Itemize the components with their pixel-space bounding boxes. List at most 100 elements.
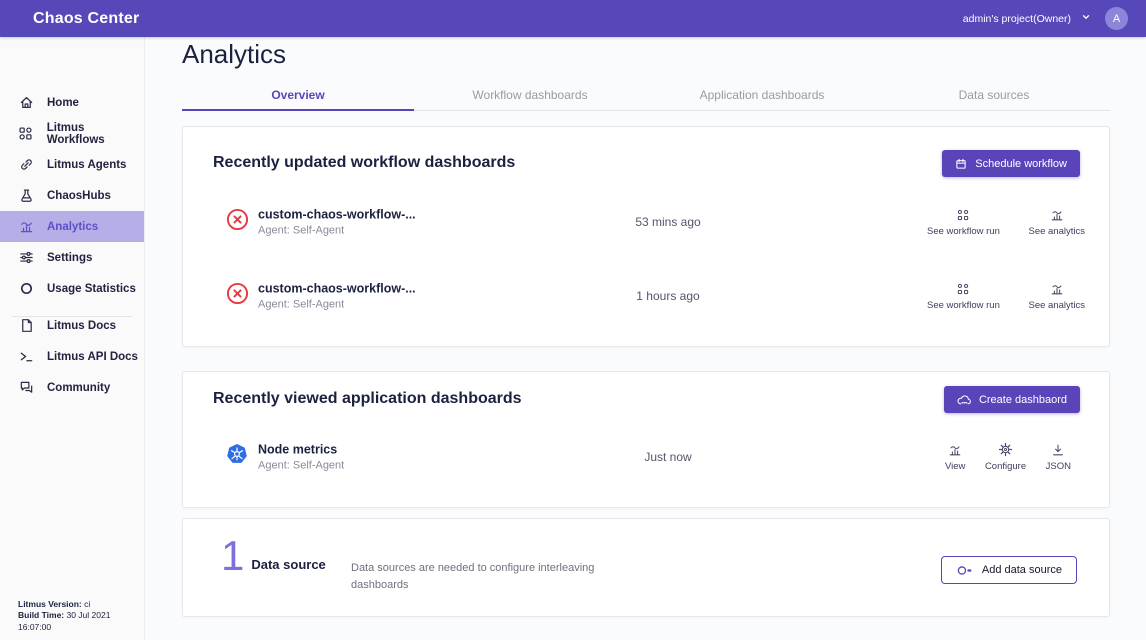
sidebar-item-settings[interactable]: Settings xyxy=(0,242,144,273)
workflow-agent: Agent: Self-Agent xyxy=(258,299,416,311)
kubernetes-icon xyxy=(225,443,249,472)
terminal-icon xyxy=(18,349,34,365)
see-analytics-action[interactable]: See analytics xyxy=(1028,207,1085,237)
chaos-center-app: Chaos Center admin's project(Owner) A Ho… xyxy=(0,0,1146,640)
dashboard-icon xyxy=(957,394,971,406)
project-selector-label: admin's project(Owner) xyxy=(963,13,1071,25)
add-data-source-button[interactable]: Add data source xyxy=(941,556,1077,584)
dashboard-agent: Agent: Self-Agent xyxy=(258,460,344,472)
settings-icon xyxy=(18,250,34,266)
sidebar-item-label: Analytics xyxy=(47,221,98,233)
application-dashboards-card: Recently viewed application dashboards C… xyxy=(182,371,1110,508)
sidebar-item-label: Litmus Docs xyxy=(47,320,116,332)
workflow-agent: Agent: Self-Agent xyxy=(258,225,416,237)
sidebar-item-litmus-api-docs[interactable]: Litmus API Docs xyxy=(0,341,144,372)
docs-icon xyxy=(18,318,34,334)
sidebar-item-community[interactable]: Community xyxy=(0,372,144,403)
dashboard-info: Node metrics Agent: Self-Agent xyxy=(258,443,344,472)
datasource-icon xyxy=(956,564,973,577)
workflow-row-actions: See workflow run See analytics xyxy=(927,207,1085,237)
tab-workflow-dashboards[interactable]: Workflow dashboards xyxy=(414,80,646,110)
view-action[interactable]: View xyxy=(945,442,965,472)
workflow-info: custom-chaos-workflow-... Agent: Self-Ag… xyxy=(258,282,416,311)
sidebar-item-litmus-docs[interactable]: Litmus Docs xyxy=(0,310,144,341)
build-time: Build Time: 30 Jul 2021 16:07:00 xyxy=(18,610,144,633)
page-title: Analytics xyxy=(182,39,286,70)
card-title: Recently viewed application dashboards xyxy=(213,390,522,408)
configure-action[interactable]: Configure xyxy=(985,442,1026,472)
agents-icon xyxy=(18,157,34,173)
failed-icon xyxy=(226,208,249,236)
workflow-dashboards-card: Recently updated workflow dashboards Sch… xyxy=(182,126,1110,347)
sidebar-item-label: Usage Statistics xyxy=(47,283,136,295)
dashboard-row-actions: View Configure JSON xyxy=(945,442,1071,472)
chart-icon xyxy=(1050,281,1064,296)
workflow-row-actions: See workflow run See analytics xyxy=(927,281,1085,311)
tab-bar: Overview Workflow dashboards Application… xyxy=(182,80,1110,111)
sidebar-item-label: ChaosHubs xyxy=(47,190,111,202)
data-source-count-block: 1 Data source xyxy=(221,536,326,576)
workflows-icon xyxy=(18,126,34,142)
sidebar-secondary-nav: Litmus Docs Litmus API Docs Community xyxy=(0,310,144,403)
chevron-down-icon xyxy=(1081,12,1091,25)
sidebar-item-litmus-agents[interactable]: Litmus Agents xyxy=(0,149,144,180)
sidebar-item-chaoshubs[interactable]: ChaosHubs xyxy=(0,180,144,211)
litmus-version: Litmus Version: ci xyxy=(18,599,144,610)
avatar[interactable]: A xyxy=(1105,7,1128,30)
sidebar: Home Litmus Workflows Litmus Agents Chao… xyxy=(0,37,145,640)
sidebar-item-label: Litmus Agents xyxy=(47,159,126,171)
data-source-card: 1 Data source Data sources are needed to… xyxy=(182,518,1110,617)
top-header: Chaos Center admin's project(Owner) A xyxy=(0,0,1146,37)
data-source-count: 1 xyxy=(221,536,244,576)
workflow-timestamp: 1 hours ago xyxy=(583,289,753,303)
gear-icon xyxy=(998,442,1013,457)
chart-icon xyxy=(1050,207,1064,222)
tab-data-sources[interactable]: Data sources xyxy=(878,80,1110,110)
tab-overview[interactable]: Overview xyxy=(182,80,414,110)
sidebar-item-home[interactable]: Home xyxy=(0,87,144,118)
json-download-action[interactable]: JSON xyxy=(1046,442,1071,472)
calendar-icon xyxy=(955,158,967,170)
community-icon xyxy=(18,380,34,396)
create-dashboard-button[interactable]: Create dashbaord xyxy=(944,386,1080,413)
workflow-row[interactable]: custom-chaos-workflow-... Agent: Self-Ag… xyxy=(183,271,1109,321)
sidebar-item-label: Community xyxy=(47,382,110,394)
see-workflow-run-action[interactable]: See workflow run xyxy=(927,207,1000,237)
sidebar-item-label: Litmus Workflows xyxy=(47,122,144,146)
workflow-row[interactable]: custom-chaos-workflow-... Agent: Self-Ag… xyxy=(183,197,1109,247)
workflow-timestamp: 53 mins ago xyxy=(583,215,753,229)
failed-icon xyxy=(226,282,249,310)
download-icon xyxy=(1051,442,1065,457)
dashboard-row[interactable]: Node metrics Agent: Self-Agent Just now … xyxy=(183,432,1109,482)
schedule-workflow-button[interactable]: Schedule workflow xyxy=(942,150,1080,177)
workflow-name: custom-chaos-workflow-... xyxy=(258,208,416,222)
sidebar-item-usage-statistics[interactable]: Usage Statistics xyxy=(0,273,144,304)
workflow-run-icon xyxy=(956,281,970,296)
header-right: admin's project(Owner) A xyxy=(963,0,1128,37)
usage-statistics-icon xyxy=(18,281,34,297)
chaoshubs-icon xyxy=(18,188,34,204)
data-source-count-label: Data source xyxy=(251,557,325,576)
dashboard-name: Node metrics xyxy=(258,443,344,457)
sidebar-item-label: Litmus API Docs xyxy=(47,351,138,363)
main-content: Analytics Overview Workflow dashboards A… xyxy=(146,37,1146,640)
tab-application-dashboards[interactable]: Application dashboards xyxy=(646,80,878,110)
sidebar-item-label: Settings xyxy=(47,252,92,264)
workflow-run-icon xyxy=(956,207,970,222)
see-workflow-run-action[interactable]: See workflow run xyxy=(927,281,1000,311)
data-source-description: Data sources are needed to configure int… xyxy=(351,560,606,594)
workflow-name: custom-chaos-workflow-... xyxy=(258,282,416,296)
app-title: Chaos Center xyxy=(33,10,139,28)
see-analytics-action[interactable]: See analytics xyxy=(1028,281,1085,311)
project-selector[interactable]: admin's project(Owner) xyxy=(963,12,1091,25)
home-icon xyxy=(18,95,34,111)
analytics-icon xyxy=(18,219,34,235)
card-title: Recently updated workflow dashboards xyxy=(213,154,515,172)
sidebar-item-analytics[interactable]: Analytics xyxy=(0,211,144,242)
workflow-info: custom-chaos-workflow-... Agent: Self-Ag… xyxy=(258,208,416,237)
chart-icon xyxy=(948,442,962,457)
sidebar-item-litmus-workflows[interactable]: Litmus Workflows xyxy=(0,118,144,149)
version-info: Litmus Version: ci Build Time: 30 Jul 20… xyxy=(18,599,144,633)
sidebar-item-label: Home xyxy=(47,97,79,109)
sidebar-primary-nav: Home Litmus Workflows Litmus Agents Chao… xyxy=(0,87,144,321)
